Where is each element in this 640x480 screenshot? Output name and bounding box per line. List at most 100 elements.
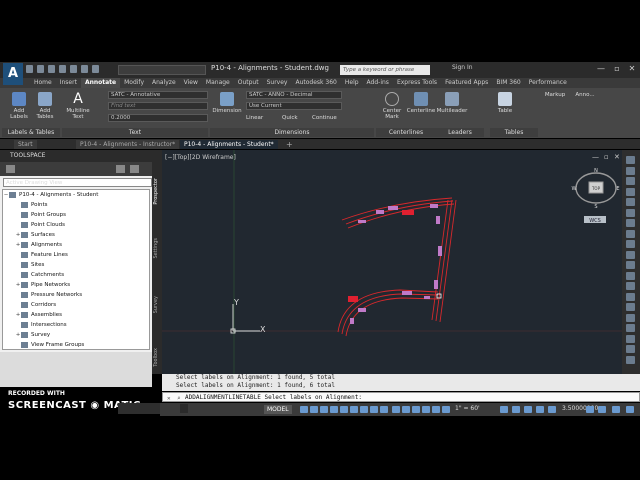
tab-add-ins[interactable]: Add-ins xyxy=(363,78,393,88)
status-toggle-icon[interactable] xyxy=(586,406,594,413)
panel-dimensions[interactable]: Dimensions xyxy=(210,128,374,137)
tab-bim-360[interactable]: BIM 360 xyxy=(492,78,524,88)
tab-help[interactable]: Help xyxy=(341,78,363,88)
right-tool-icon[interactable] xyxy=(626,292,635,301)
table-button[interactable]: Table xyxy=(494,92,516,114)
right-tool-icon[interactable] xyxy=(626,334,635,343)
tree-item-catchments[interactable]: Catchments xyxy=(3,270,149,280)
right-tool-icon[interactable] xyxy=(626,177,635,185)
center-mark-button[interactable]: Center Mark xyxy=(378,92,406,120)
panel-centerlines[interactable]: Centerlines xyxy=(376,128,436,137)
status-toggle-icon[interactable] xyxy=(536,406,544,413)
text-height-input[interactable]: 0.2000 xyxy=(108,114,208,122)
tree-item-alignments[interactable]: + Alignments xyxy=(3,240,149,250)
right-tool-icon[interactable] xyxy=(626,240,635,248)
minimize-icon[interactable]: — xyxy=(594,63,608,75)
continue-button[interactable]: Continue xyxy=(312,115,352,121)
add-tables-button[interactable]: Add Tables xyxy=(34,92,56,120)
dim-layer-dropdown[interactable]: Use Current xyxy=(246,102,342,110)
tree-item-corridors[interactable]: Corridors xyxy=(3,300,149,310)
tab-annotate[interactable]: Annotate xyxy=(80,78,121,88)
search-input[interactable]: Type a keyword or phrase xyxy=(340,65,430,75)
status-toggle-icon[interactable] xyxy=(340,406,348,413)
tree-item-feature-lines[interactable]: Feature Lines xyxy=(3,250,149,260)
status-toggle-icon[interactable] xyxy=(626,406,634,413)
save-icon[interactable] xyxy=(48,65,55,73)
layout-tabs[interactable] xyxy=(180,404,188,413)
sign-in-button[interactable]: Sign In xyxy=(452,64,473,71)
status-toggle-icon[interactable] xyxy=(524,406,532,413)
tree-item-intersections[interactable]: Intersections xyxy=(3,320,149,330)
tab-featured-apps[interactable]: Featured Apps xyxy=(441,78,492,88)
right-tool-icon[interactable] xyxy=(626,303,635,311)
right-tool-icon[interactable] xyxy=(626,156,635,164)
close-icon[interactable]: ✕ xyxy=(625,63,639,75)
status-toggle-icon[interactable] xyxy=(300,406,308,413)
right-tool-icon[interactable] xyxy=(626,271,635,280)
drawing-viewport[interactable]: Y X TOP N S E W WCS xyxy=(162,150,622,374)
tab-modify[interactable]: Modify xyxy=(120,78,148,88)
right-tool-icon[interactable] xyxy=(626,166,635,175)
right-tool-icon[interactable] xyxy=(626,324,635,332)
status-toggle-icon[interactable] xyxy=(320,406,328,413)
status-toggle-icon[interactable] xyxy=(330,406,338,413)
status-toggle-icon[interactable] xyxy=(350,406,358,413)
vtab-prospector[interactable]: Prospector xyxy=(153,178,159,205)
viewport-controls[interactable]: [−][Top][2D Wireframe] xyxy=(165,154,236,161)
workspace-dropdown[interactable] xyxy=(118,65,206,75)
status-toggle-icon[interactable] xyxy=(512,406,520,413)
tab-analyze[interactable]: Analyze xyxy=(148,78,180,88)
quick-button[interactable]: Quick xyxy=(282,115,310,121)
tree-item-surfaces[interactable]: + Surfaces xyxy=(3,230,149,240)
tab-survey[interactable]: Survey xyxy=(263,78,292,88)
print-icon[interactable] xyxy=(70,65,77,73)
tree-item-survey[interactable]: + Survey xyxy=(3,330,149,340)
panel-leaders[interactable]: Leaders xyxy=(436,128,484,137)
multiline-text-button[interactable]: A Multiline Text xyxy=(64,92,92,120)
layout-tab-strip[interactable] xyxy=(118,403,160,414)
redo-icon[interactable] xyxy=(92,65,99,73)
status-toggle-icon[interactable] xyxy=(422,406,430,413)
new-icon[interactable] xyxy=(26,65,33,73)
viewport-maximize-icon[interactable]: ▫ xyxy=(604,153,609,161)
dimension-button[interactable]: Dimension xyxy=(212,92,242,114)
tab-express-tools[interactable]: Express Tools xyxy=(393,78,441,88)
drawing-view-dropdown[interactable]: Active Drawing View xyxy=(3,178,152,187)
app-menu-button[interactable]: A xyxy=(3,63,23,85)
tree-item-point-clouds[interactable]: Point Clouds xyxy=(3,220,149,230)
status-toggle-icon[interactable] xyxy=(370,406,378,413)
tree-root[interactable]: − P10-4 - Alignments - Student xyxy=(3,190,149,200)
text-style-dropdown[interactable]: SATC - Annotative xyxy=(108,91,208,99)
tree-item-view-frame-groups[interactable]: View Frame Groups xyxy=(3,340,149,349)
tree-item-sites[interactable]: Sites xyxy=(3,260,149,270)
tab-performance[interactable]: Performance xyxy=(525,78,571,88)
vtab-settings[interactable]: Settings xyxy=(153,238,159,259)
right-tool-icon[interactable] xyxy=(626,345,635,353)
command-close-icon[interactable]: ✕ xyxy=(167,394,171,403)
alignment-right[interactable] xyxy=(431,199,457,323)
status-toggle-icon[interactable] xyxy=(412,406,420,413)
command-input[interactable]: ✕ ⌕ ADDALIGNMENTLINETABLE Select labels … xyxy=(162,392,640,402)
status-toggle-icon[interactable] xyxy=(500,406,508,413)
find-text-input[interactable]: Find text xyxy=(108,102,208,110)
right-tool-icon[interactable] xyxy=(626,282,635,290)
panel-text[interactable]: Text xyxy=(62,128,208,137)
status-toggle-icon[interactable] xyxy=(360,406,368,413)
linear-button[interactable]: Linear xyxy=(246,115,274,121)
add-labels-button[interactable]: Add Labels xyxy=(8,92,30,120)
save-as-icon[interactable] xyxy=(59,65,66,73)
right-tool-icon[interactable] xyxy=(626,198,635,206)
tree-item-assemblies[interactable]: + Assemblies xyxy=(3,310,149,320)
markup-button[interactable]: Markup xyxy=(542,92,568,98)
undo-icon[interactable] xyxy=(81,65,88,73)
status-toggle-icon[interactable] xyxy=(402,406,410,413)
panel-tables[interactable]: Tables xyxy=(490,128,538,137)
tree-item-point-groups[interactable]: Point Groups xyxy=(3,210,149,220)
toolspace-help-icon[interactable] xyxy=(130,165,139,173)
tab-start[interactable]: Start xyxy=(14,140,37,149)
status-toggle-icon[interactable] xyxy=(442,406,450,413)
tab-manage[interactable]: Manage xyxy=(202,78,234,88)
right-tool-icon[interactable] xyxy=(626,219,635,227)
status-toggle-icon[interactable] xyxy=(392,406,400,413)
vtab-survey[interactable]: Survey xyxy=(153,296,159,313)
